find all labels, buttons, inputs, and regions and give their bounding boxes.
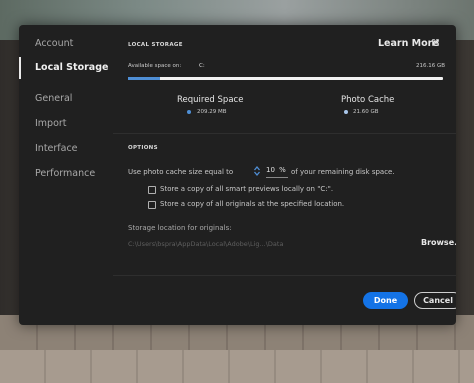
preferences-dialog: Account Local Storage General Import Int… (19, 25, 456, 325)
cache-size-prefix: Use photo cache size equal to (128, 168, 234, 176)
storage-location-path: C:\Users\bspra\AppData\Local\Adobe\Lig..… (128, 240, 284, 248)
stepper-arrows-icon[interactable] (253, 165, 261, 177)
sidebar-item-general[interactable]: General (19, 88, 113, 110)
sidebar-item-interface[interactable]: Interface (19, 138, 113, 160)
photo-cache-label: Photo Cache (341, 95, 395, 105)
originals-checkbox[interactable] (148, 201, 156, 209)
sidebar-item-performance[interactable]: Performance (19, 163, 113, 185)
smart-previews-label: Store a copy of all smart previews local… (160, 185, 334, 193)
storage-location-label: Storage location for originals: (128, 224, 232, 232)
disk-usage-fill (128, 77, 160, 80)
required-space-dot (187, 110, 191, 114)
sidebar-item-local-storage[interactable]: Local Storage (19, 57, 113, 79)
local-storage-panel: LOCAL STORAGE Learn More Available space… (113, 25, 456, 325)
sidebar-item-account[interactable]: Account (19, 33, 113, 55)
learn-more-link[interactable]: Learn More (378, 38, 439, 49)
available-space-value: 216.16 GB (416, 63, 446, 69)
external-link-icon[interactable] (432, 39, 439, 46)
available-space-label: Available space on: (128, 63, 182, 69)
sidebar: Account Local Storage General Import Int… (19, 25, 113, 325)
smart-previews-checkbox[interactable] (148, 186, 156, 194)
cancel-button[interactable]: Cancel (414, 292, 456, 309)
photo-cache-value: 21.60 GB (353, 109, 379, 115)
required-space-label: Required Space (177, 95, 244, 105)
originals-label: Store a copy of all originals at the spe… (160, 200, 345, 208)
percent-sign: % (279, 166, 286, 174)
cache-percent-value: 10 (266, 166, 275, 174)
browse-button[interactable]: Browse... (421, 238, 456, 247)
disk-usage-bar (128, 77, 443, 80)
drive-name: C: (199, 63, 205, 69)
section-divider (113, 133, 456, 134)
footer-divider (113, 275, 456, 276)
options-heading: OPTIONS (128, 145, 158, 151)
photo-cache-dot (344, 110, 348, 114)
cache-percent-field[interactable]: 10 % (266, 166, 288, 178)
local-storage-heading: LOCAL STORAGE (128, 42, 183, 48)
required-space-value: 209.29 MB (197, 109, 227, 115)
done-button[interactable]: Done (363, 292, 408, 309)
sidebar-item-import[interactable]: Import (19, 113, 113, 135)
cache-size-suffix: of your remaining disk space. (291, 168, 395, 176)
